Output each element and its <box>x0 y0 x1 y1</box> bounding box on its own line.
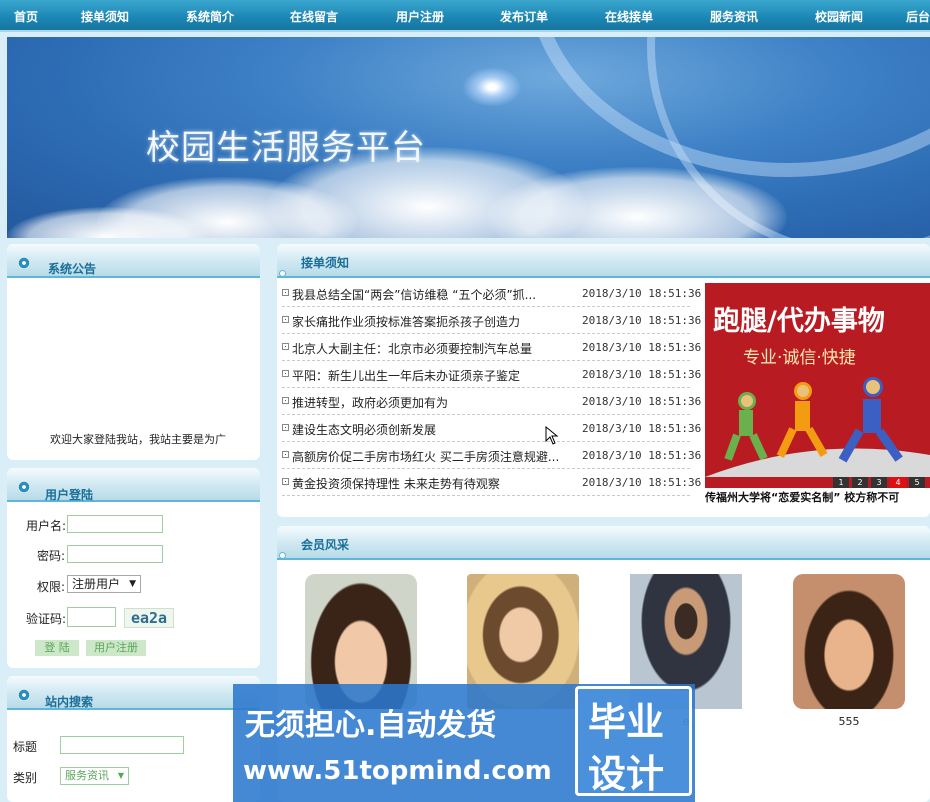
member-photo[interactable] <box>793 574 905 709</box>
bullet-icon <box>18 689 30 701</box>
chevron-down-icon: ▼ <box>129 579 136 589</box>
watermark-url: www.51topmind.com <box>243 756 552 786</box>
login-panel: 用户登陆 用户名: 密码: 权限: 注册用户 ▼ 验证码: ea2a 登 陆 用… <box>7 468 260 668</box>
nav-order-notice[interactable]: 接单须知 <box>81 8 129 25</box>
category-select[interactable]: 服务资讯 ▼ <box>60 767 129 785</box>
cursor-icon <box>545 426 559 445</box>
galaxy-swirl <box>462 67 522 107</box>
news-title[interactable]: 推进转型，政府必须更加有为 <box>292 394 562 411</box>
news-row[interactable]: 我县总结全国“两会”信访维稳 “五个必须”抓... 2018/3/10 18:51… <box>282 280 701 307</box>
news-bullet-icon <box>282 316 289 323</box>
notice-title: 系统公告 <box>48 262 97 276</box>
news-date: 2018/3/10 18:51:36 <box>582 422 702 435</box>
login-title: 用户登陆 <box>45 488 94 502</box>
ad-pager-button[interactable]: 1 <box>833 477 849 488</box>
news-bullet-icon <box>282 370 289 377</box>
watermark-overlay: 无须担心.自动发货 www.51topmind.com 毕业 设计 <box>233 684 695 802</box>
role-select-value: 注册用户 <box>72 577 121 591</box>
nav-take-order[interactable]: 在线接单 <box>605 8 653 25</box>
news-row[interactable]: 黄金投资须保持理性 未来走势有待观察 2018/3/10 18:51:36 <box>282 469 701 496</box>
chevron-down-icon: ▼ <box>117 771 124 780</box>
news-row[interactable]: 北京人大副主任：北京市必须要控制汽车总量 2018/3/10 18:51:36 <box>282 334 701 361</box>
search-title: 站内搜索 <box>45 695 94 709</box>
role-select[interactable]: 注册用户 ▼ <box>67 575 141 593</box>
news-title[interactable]: 黄金投资须保持理性 未来走势有待观察 <box>292 475 562 492</box>
news-title[interactable]: 北京人大副主任：北京市必须要控制汽车总量 <box>292 340 562 357</box>
search-title-label: 标题 <box>13 740 38 754</box>
watermark-box-line2: 设计 <box>588 752 665 796</box>
news-row[interactable]: 家长痛批作业须按标准答案扼杀孩子创造力 2018/3/10 18:51:36 <box>282 307 701 334</box>
nav-publish-order[interactable]: 发布订单 <box>500 8 548 25</box>
category-select-value: 服务资讯 <box>65 769 109 782</box>
bullet-icon <box>18 481 30 493</box>
news-row[interactable]: 高额房价促二手房市场红火 买二手房须注意规避... 2018/3/10 18:51… <box>282 442 701 469</box>
news-date: 2018/3/10 18:51:36 <box>582 314 702 327</box>
nav-home[interactable]: 首页 <box>14 8 38 25</box>
nav-service-news[interactable]: 服务资讯 <box>710 8 758 25</box>
runners-illustration <box>705 377 930 477</box>
ad-pager-button[interactable]: 2 <box>852 477 868 488</box>
ad-pager-button[interactable]: 5 <box>909 477 925 488</box>
news-row[interactable]: 推进转型，政府必须更加有为 2018/3/10 18:51:36 <box>282 388 701 415</box>
ad-pager-button[interactable]: 4 <box>890 477 906 488</box>
notice-panel: 系统公告 欢迎大家登陆我站，我站主要是为广 <box>7 244 260 460</box>
password-input[interactable] <box>67 545 163 563</box>
ad-caption[interactable]: 传福州大学将“恋爱实名制” 校方称不可 <box>705 489 930 505</box>
username-label: 用户名: <box>26 519 67 533</box>
news-date: 2018/3/10 18:51:36 <box>582 341 702 354</box>
captcha-input[interactable] <box>67 607 116 627</box>
username-input[interactable] <box>67 515 163 533</box>
news-date: 2018/3/10 18:51:36 <box>582 368 702 381</box>
news-title[interactable]: 高额房价促二手房市场红火 买二手房须注意规避... <box>292 448 562 465</box>
captcha-image[interactable]: ea2a <box>124 608 174 628</box>
news-bullet-icon <box>282 451 289 458</box>
nav-register[interactable]: 用户注册 <box>396 8 444 25</box>
news-bullet-icon <box>282 478 289 485</box>
news-title[interactable]: 家长痛批作业须按标准答案扼杀孩子创造力 <box>292 313 562 330</box>
watermark-box-line1: 毕业 <box>588 700 665 744</box>
news-bullet-icon <box>282 289 289 296</box>
register-button[interactable]: 用户注册 <box>86 640 146 656</box>
ad-title: 跑腿/代办事物 <box>713 306 885 337</box>
news-bullet-icon <box>282 397 289 404</box>
role-label: 权限: <box>37 580 66 594</box>
news-row[interactable]: 平阳：新生儿出生一年后未办证须亲子鉴定 2018/3/10 18:51:36 <box>282 361 701 388</box>
news-bullet-icon <box>282 343 289 350</box>
news-date: 2018/3/10 18:51:36 <box>582 476 702 489</box>
login-button[interactable]: 登 陆 <box>35 640 79 656</box>
members-title: 会员风采 <box>301 538 350 552</box>
nav-messages[interactable]: 在线留言 <box>290 8 338 25</box>
nav-system-intro[interactable]: 系统简介 <box>186 8 234 25</box>
search-title-input[interactable] <box>60 736 184 754</box>
news-date: 2018/3/10 18:51:36 <box>582 287 702 300</box>
banner-title: 校园生活服务平台 <box>146 128 426 168</box>
banner: 校园生活服务平台 <box>7 37 930 238</box>
search-panel: 站内搜索 标题 类别 服务资讯 ▼ <box>7 676 260 802</box>
order-notice-title: 接单须知 <box>301 256 350 270</box>
bullet-icon <box>18 257 30 269</box>
member-name: 555 <box>838 715 860 728</box>
news-title[interactable]: 我县总结全国“两会”信访维稳 “五个必须”抓... <box>292 286 562 303</box>
news-title[interactable]: 平阳：新生儿出生一年后未办证须亲子鉴定 <box>292 367 562 384</box>
news-date: 2018/3/10 18:51:36 <box>582 395 702 408</box>
search-category-label: 类别 <box>13 771 38 785</box>
watermark-box: 毕业 设计 <box>575 686 692 796</box>
watermark-line1: 无须担心.自动发货 <box>245 708 497 743</box>
news-title[interactable]: 建设生态文明必须创新发展 <box>292 421 562 438</box>
ad-pager-button[interactable]: 3 <box>871 477 887 488</box>
captcha-label: 验证码: <box>26 612 67 626</box>
news-date: 2018/3/10 18:51:36 <box>582 449 702 462</box>
nav-admin[interactable]: 后台 <box>906 8 930 25</box>
top-nav: 首页 接单须知 系统简介 在线留言 用户注册 发布订单 在线接单 服务资讯 校园… <box>0 0 930 32</box>
notice-text: 欢迎大家登陆我站，我站主要是为广 <box>50 433 226 446</box>
news-bullet-icon <box>282 424 289 431</box>
ad-banner[interactable]: 跑腿/代办事物 专业·诚信·快捷 12345 <box>705 283 930 488</box>
news-row[interactable]: 建设生态文明必须创新发展 2018/3/10 18:51:36 <box>282 415 701 442</box>
nav-campus-news[interactable]: 校园新闻 <box>815 8 863 25</box>
password-label: 密码: <box>37 549 66 563</box>
